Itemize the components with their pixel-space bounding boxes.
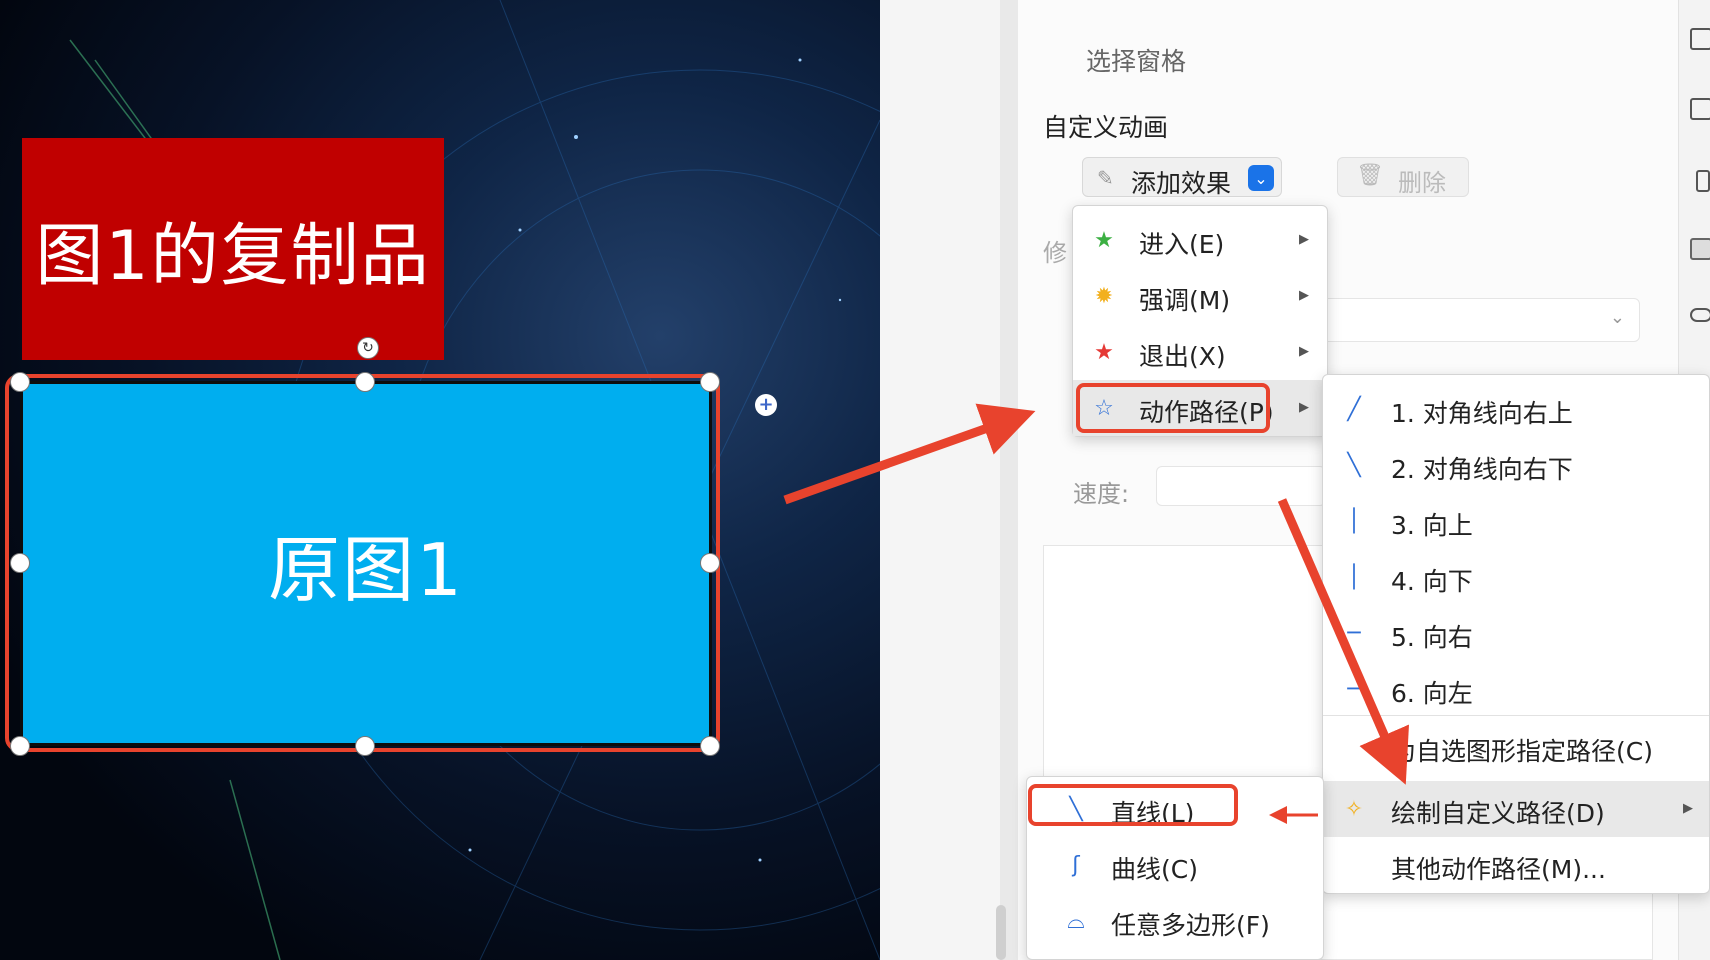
curve-icon: ʃ [1072, 852, 1080, 878]
motion-path-submenu: ╱ 1. 对角线向右上 ╲ 2. 对角线向右下 │ 3. 向上 │ 4. 向下 … [1322, 374, 1710, 894]
speed-dropdown[interactable] [1156, 466, 1326, 506]
menu-item-label: 进入(E) [1139, 230, 1225, 259]
motion-path-highlight [1076, 383, 1270, 433]
path-more[interactable]: 其他动作路径(M)... [1323, 837, 1709, 893]
chevron-down-icon[interactable]: ⌄ [1248, 165, 1274, 191]
animation-pane-icon[interactable] [1690, 238, 1710, 260]
menu-item-label: 为自选图形指定路径(C) [1391, 737, 1653, 766]
menu-item-label: 6. 向左 [1391, 679, 1473, 708]
speed-label: 速度: [1073, 480, 1130, 508]
modify-label: 修 [1043, 239, 1067, 267]
add-effect-button[interactable]: ✎ 添加效果 ⌄ [1082, 157, 1282, 198]
green-star-icon: ★ [1094, 227, 1114, 253]
menu-item-label: 退出(X) [1139, 342, 1226, 371]
submenu-arrow-icon: ▶ [1299, 288, 1309, 303]
selection-pane-link[interactable]: 选择窗格 [1086, 42, 1186, 78]
path-diagonal-up-right[interactable]: ╱ 1. 对角线向右上 [1323, 381, 1709, 437]
menu-item-label: 2. 对角线向右下 [1391, 455, 1573, 484]
vertical-line-icon: │ [1347, 508, 1361, 534]
path-down[interactable]: │ 4. 向下 [1323, 549, 1709, 605]
path-left[interactable]: ─ 6. 向左 [1323, 661, 1709, 717]
straight-line-highlight [1028, 784, 1238, 826]
menu-item-label: 曲线(C) [1111, 855, 1198, 884]
path-right[interactable]: ─ 5. 向右 [1323, 605, 1709, 661]
plus-icon[interactable]: + [755, 394, 777, 416]
path-up[interactable]: │ 3. 向上 [1323, 493, 1709, 549]
resize-handle-bottom-right[interactable] [700, 736, 720, 756]
chevron-down-icon: ⌄ [1609, 307, 1625, 328]
path-draw-custom[interactable]: ✧ 绘制自定义路径(D) ▶ [1323, 781, 1709, 837]
copy-shape-label: 图1的复制品 [35, 216, 431, 296]
vertical-line-icon: │ [1347, 564, 1361, 590]
menu-item-label: 3. 向上 [1391, 511, 1473, 540]
delete-button[interactable]: 🗑 删除 [1337, 157, 1469, 197]
red-star-icon: ★ [1094, 339, 1114, 365]
custom-path-curve[interactable]: ʃ 曲线(C) [1027, 837, 1323, 893]
custom-path-freeform[interactable]: ⌓ 任意多边形(F) [1027, 893, 1323, 949]
diagonal-down-right-icon: ╲ [1347, 452, 1361, 478]
submenu-arrow-icon: ▶ [1299, 232, 1309, 247]
menu-item-label: 其他动作路径(M)... [1391, 855, 1606, 884]
menu-item-label: 任意多边形(F) [1111, 911, 1270, 940]
menu-item-entrance[interactable]: ★ 进入(E) ▶ [1073, 212, 1327, 268]
horizontal-line-icon: ─ [1347, 676, 1361, 702]
menu-item-label: 5. 向右 [1391, 623, 1473, 652]
freeform-icon: ⌓ [1067, 908, 1085, 934]
custom-path-star-icon: ✧ [1344, 796, 1364, 822]
panel-scrollbar[interactable] [996, 905, 1006, 960]
modify-dropdown[interactable]: ⌄ [1280, 298, 1640, 342]
rotate-handle-icon[interactable]: ↻ [357, 337, 379, 359]
path-diagonal-down-right[interactable]: ╲ 2. 对角线向右下 [1323, 437, 1709, 493]
side-tool-icon-5[interactable] [1690, 308, 1710, 322]
resize-handle-left[interactable] [10, 553, 30, 573]
side-tool-icon-3[interactable] [1696, 170, 1710, 192]
resize-handle-right[interactable] [700, 553, 720, 573]
menu-item-label: 1. 对角线向右上 [1391, 399, 1573, 428]
menu-separator [1323, 715, 1709, 716]
menu-item-exit[interactable]: ★ 退出(X) ▶ [1073, 324, 1327, 380]
horizontal-line-icon: ─ [1347, 620, 1361, 646]
resize-handle-top-right[interactable] [700, 372, 720, 392]
resize-handle-bottom-left[interactable] [10, 736, 30, 756]
side-tool-icon-2[interactable] [1690, 98, 1710, 120]
path-assign-to-shape[interactable]: 为自选图形指定路径(C) [1323, 719, 1709, 775]
menu-item-label: 强调(M) [1139, 286, 1231, 315]
side-tool-icon-1[interactable] [1690, 28, 1710, 50]
add-effect-label: 添加效果 [1131, 169, 1232, 198]
submenu-arrow-icon: ▶ [1683, 801, 1693, 816]
resize-handle-bottom[interactable] [355, 736, 375, 756]
submenu-arrow-icon: ▶ [1299, 344, 1309, 359]
resize-handle-top[interactable] [355, 372, 375, 392]
slide-canvas: 图1的复制品 原图1 ↻ + [0, 0, 880, 960]
diagonal-up-right-icon: ╱ [1347, 396, 1361, 422]
pencil-icon: ✎ [1097, 166, 1114, 190]
submenu-arrow-icon: ▶ [1299, 400, 1309, 415]
delete-label: 删除 [1398, 169, 1446, 197]
custom-animation-title: 自定义动画 [1043, 113, 1169, 142]
copy-shape[interactable]: 图1的复制品 [22, 138, 444, 360]
menu-item-emphasis[interactable]: ✹ 强调(M) ▶ [1073, 268, 1327, 324]
resize-handle-top-left[interactable] [10, 372, 30, 392]
menu-item-label: 4. 向下 [1391, 567, 1473, 596]
yellow-burst-icon: ✹ [1094, 283, 1114, 309]
menu-item-label: 绘制自定义路径(D) [1391, 799, 1605, 828]
trash-icon: 🗑 [1356, 163, 1384, 188]
selection-highlight [5, 374, 720, 752]
panel-divider [1000, 0, 1018, 960]
